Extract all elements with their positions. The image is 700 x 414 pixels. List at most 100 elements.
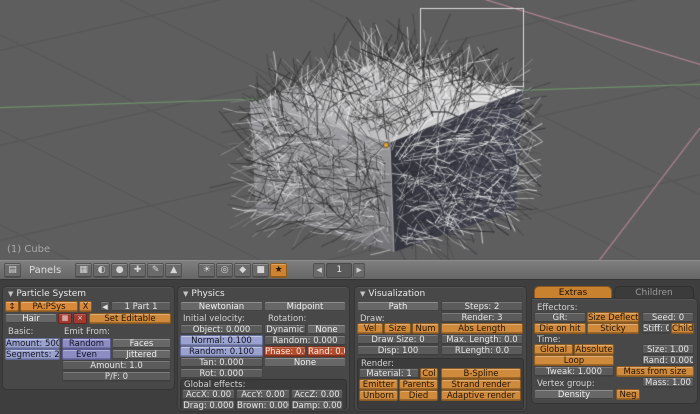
script-icon[interactable]: ◐ bbox=[93, 262, 111, 278]
disp-field[interactable]: Disp: 100 bbox=[357, 345, 439, 356]
rlength-field[interactable]: RLength: 0.0 bbox=[441, 345, 523, 356]
panel-header-particle-system[interactable]: ▼ Particle System bbox=[8, 288, 86, 300]
frame-stepper: ◀ 1 ▶ bbox=[313, 262, 366, 278]
particle-type-menu[interactable]: Hair bbox=[5, 313, 57, 324]
phase-random-field[interactable]: Rand: 0.000 bbox=[307, 346, 346, 357]
unborn-toggle[interactable]: Unborn bbox=[359, 390, 398, 401]
frame-number-field[interactable]: 1 bbox=[326, 262, 353, 278]
scene-icon[interactable]: ▲ bbox=[165, 262, 183, 278]
accx-field[interactable]: AccX: 0.00 bbox=[182, 389, 235, 400]
particles-per-face-field[interactable]: P/F: 0 bbox=[62, 371, 171, 382]
set-editable-button[interactable]: Set Editable bbox=[89, 313, 171, 324]
visualization-mode-menu[interactable]: Path bbox=[357, 301, 439, 312]
mass-field[interactable]: Mass: 1.00 bbox=[642, 377, 694, 388]
dynamic-toggle[interactable]: Dynamic bbox=[264, 324, 306, 335]
frame-prev-icon[interactable]: ◀ bbox=[313, 262, 326, 278]
num-toggle[interactable]: Num bbox=[412, 323, 439, 334]
logic-icon[interactable]: ▦ bbox=[75, 262, 93, 278]
mass-from-size-toggle[interactable]: Mass from size bbox=[616, 366, 694, 377]
red-grid-toggle-icon[interactable]: ▦ bbox=[58, 313, 72, 324]
rotation-mode-menu[interactable]: None bbox=[307, 324, 346, 335]
die-on-hit-toggle[interactable]: Die on hit bbox=[534, 323, 586, 334]
steps-field[interactable]: Steps: 2 bbox=[441, 301, 523, 312]
size-deflect-toggle[interactable]: Size Deflect bbox=[587, 312, 639, 323]
rand-field[interactable]: Rand: 0.000 bbox=[642, 355, 694, 366]
random-toggle[interactable]: Random bbox=[62, 338, 111, 349]
blender-window: (1) Cube ▤ Panels ▦ ◐ ● ✚ ✎ ▲ ☀ ◎ ◆ ■ ★ … bbox=[0, 0, 700, 414]
lamp-icon[interactable]: ☀ bbox=[198, 262, 216, 278]
particle-system-name-field[interactable]: PA:PSys bbox=[20, 301, 78, 312]
accy-field[interactable]: AccY: 0.00 bbox=[236, 389, 290, 400]
frame-next-icon[interactable]: ▶ bbox=[353, 262, 366, 278]
material-icon[interactable]: ◎ bbox=[216, 262, 234, 278]
shading-icon[interactable]: ● bbox=[111, 262, 129, 278]
brown-field[interactable]: Brown: 0.000 bbox=[236, 400, 290, 411]
prev-particle-icon[interactable]: ◀ bbox=[100, 301, 110, 312]
accz-field[interactable]: AccZ: 0.00 bbox=[291, 389, 343, 400]
window-type-button[interactable]: ▤ bbox=[4, 262, 21, 278]
amount-field[interactable]: Amount: 5000 bbox=[5, 338, 60, 349]
panels-menu[interactable]: Panels bbox=[29, 265, 61, 276]
size-toggle[interactable]: Size bbox=[384, 323, 411, 334]
abs-length-toggle[interactable]: Abs Length bbox=[441, 323, 523, 334]
physics-type-menu[interactable]: Newtonian bbox=[180, 301, 263, 312]
context-icon-group: ▦ ◐ ● ✚ ✎ ▲ bbox=[75, 262, 183, 278]
viewport-canvas[interactable] bbox=[0, 0, 700, 260]
global-toggle[interactable]: Global bbox=[534, 344, 573, 355]
emit-from-menu[interactable]: Faces bbox=[112, 338, 171, 349]
loop-toggle[interactable]: Loop bbox=[534, 355, 614, 366]
sub-context-icon-group: ☀ ◎ ◆ ■ ★ bbox=[198, 262, 288, 278]
tangent-velocity-field[interactable]: Tan: 0.000 bbox=[180, 357, 263, 368]
parents-toggle[interactable]: Parents bbox=[399, 379, 438, 390]
world-icon[interactable]: ■ bbox=[252, 262, 270, 278]
bspline-toggle[interactable]: B-Spline bbox=[441, 368, 521, 379]
particle-system-count[interactable]: 1 Part 1 bbox=[111, 301, 171, 312]
delete-datablock-button[interactable]: X bbox=[79, 301, 92, 312]
texture-icon[interactable]: ◆ bbox=[234, 262, 252, 278]
distribution-menu[interactable]: Jittered bbox=[112, 349, 171, 360]
size-field[interactable]: Size: 1.00 bbox=[642, 344, 694, 355]
tangent-rot-field[interactable]: Rot: 0.000 bbox=[180, 368, 263, 379]
absolute-toggle[interactable]: Absolute bbox=[574, 344, 614, 355]
collapse-triangle-icon: ▼ bbox=[8, 290, 14, 298]
object-velocity-field[interactable]: Object: 0.000 bbox=[180, 324, 263, 335]
emitter-toggle[interactable]: Emitter bbox=[359, 379, 398, 390]
vel-toggle[interactable]: Vel bbox=[357, 323, 383, 334]
phase-field[interactable]: Phase: 0.000 bbox=[264, 346, 306, 357]
died-toggle[interactable]: Died bbox=[399, 390, 438, 401]
even-toggle[interactable]: Even bbox=[62, 349, 111, 360]
stiff-field[interactable]: Stiff: 0.000 bbox=[642, 323, 670, 334]
particle-buttons-icon[interactable]: ★ bbox=[270, 262, 288, 278]
adaptive-render-toggle[interactable]: Adaptive render bbox=[441, 390, 521, 401]
view-name-label: (1) Cube bbox=[7, 244, 51, 255]
sticky-toggle[interactable]: Sticky bbox=[587, 323, 639, 334]
draw-size-field[interactable]: Draw Size: 0 bbox=[357, 334, 439, 345]
seed-field[interactable]: Seed: 0 bbox=[642, 312, 694, 323]
vertex-group-menu[interactable]: Density bbox=[534, 389, 614, 400]
strand-render-toggle[interactable]: Strand render bbox=[441, 379, 521, 390]
panel-header-visualization[interactable]: ▼ Visualization bbox=[360, 288, 425, 300]
jitter-amount-field[interactable]: Amount: 1.0 bbox=[62, 360, 171, 371]
buttons-window: ▼ Particle System ↕ PA:PSys X ◀ 1 Part 1… bbox=[0, 280, 700, 414]
segments-field[interactable]: Segments: 2 bbox=[5, 349, 60, 360]
tweak-field[interactable]: Tweak: 1.000 bbox=[534, 366, 614, 377]
neg-toggle[interactable]: Neg bbox=[616, 389, 640, 400]
integrator-menu[interactable]: Midpoint bbox=[264, 301, 346, 312]
material-field[interactable]: Material: 1 bbox=[359, 368, 419, 379]
normal-velocity-field[interactable]: Normal: 0.100 bbox=[180, 335, 263, 346]
render-steps-field[interactable]: Render: 3 bbox=[441, 312, 523, 323]
angular-velocity-menu[interactable]: None bbox=[264, 357, 346, 368]
random-velocity-field[interactable]: Random: 0.100 bbox=[180, 346, 263, 357]
panel-header-physics[interactable]: ▼ Physics bbox=[183, 288, 225, 300]
drag-field[interactable]: Drag: 0.000 bbox=[182, 400, 235, 411]
editing-icon[interactable]: ✎ bbox=[147, 262, 165, 278]
object-icon[interactable]: ✚ bbox=[129, 262, 147, 278]
col-toggle[interactable]: Col bbox=[420, 368, 438, 379]
effector-group-field[interactable]: GR: bbox=[534, 312, 586, 323]
damp-field[interactable]: Damp: 0.000 bbox=[291, 400, 343, 411]
browse-datablock-icon[interactable]: ↕ bbox=[5, 301, 19, 312]
rotation-random-field[interactable]: Random: 0.000 bbox=[264, 335, 346, 346]
max-length-field[interactable]: Max. Length: 0.0 bbox=[441, 334, 523, 345]
red-x-toggle-icon[interactable]: × bbox=[73, 313, 87, 324]
children-button[interactable]: Children bbox=[671, 323, 694, 334]
